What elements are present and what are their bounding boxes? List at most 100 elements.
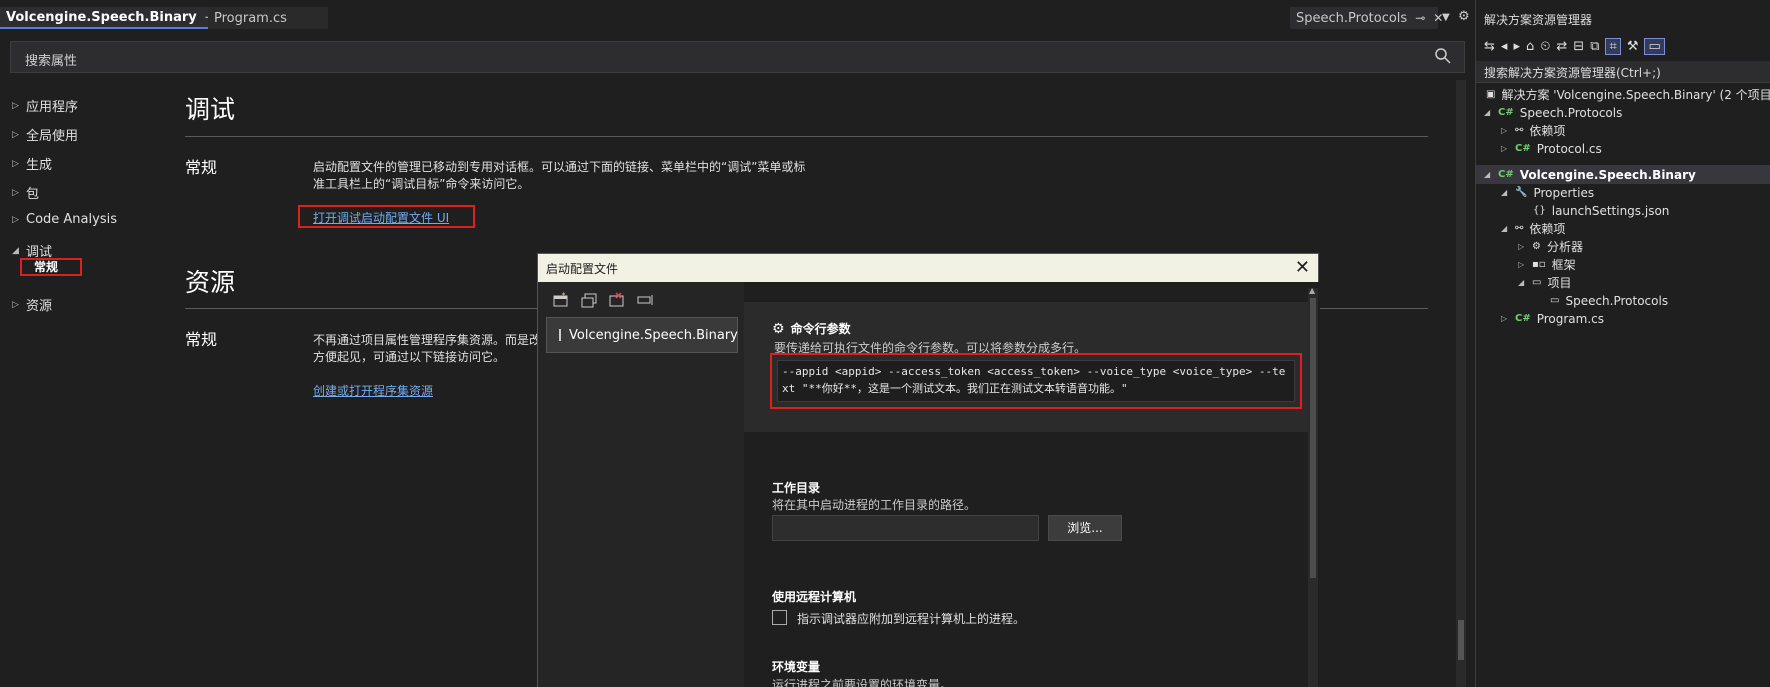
properties-icon: 🔧: [1515, 187, 1528, 198]
copy-profile-icon[interactable]: [580, 292, 598, 308]
history-icon[interactable]: ⏲: [1540, 39, 1550, 54]
tab-speech-protocols[interactable]: Speech.Protocols ⊸ ✕: [1290, 7, 1443, 29]
delete-profile-icon[interactable]: [608, 292, 626, 308]
new-profile-icon[interactable]: ✶: [552, 292, 570, 308]
tree-item-program-cs[interactable]: ▷ C# Program.cs: [1501, 309, 1604, 328]
remote-machine-title: 使用远程计算机: [772, 590, 857, 604]
environment-variables-description: 运行进程之前要设置的环境变量。: [772, 678, 953, 687]
tab-volcengine-speech-binary[interactable]: Volcengine.Speech.Binary ⊸ ✕: [0, 7, 233, 29]
create-open-assembly-resources-link[interactable]: 创建或打开程序集资源: [313, 382, 433, 399]
tree-item-frameworks[interactable]: ▷ ▪▫ 框架: [1518, 255, 1576, 274]
debug-description-line: 启动配置文件的管理已移动到专用对话框。可以通过下面的链接、菜单栏中的“调试”菜单…: [313, 160, 806, 174]
command-line-title-text: 命令行参数: [790, 322, 851, 336]
tree-label: 依赖项: [1529, 124, 1566, 138]
properties-wrench-icon[interactable]: ⚒: [1627, 39, 1639, 54]
expand-arrow-icon: ▷: [1501, 126, 1508, 135]
tab-program-cs[interactable]: Program.cs: [208, 7, 328, 29]
tab-label: Speech.Protocols: [1296, 10, 1408, 26]
nav-item-code-analysis[interactable]: ▷ Code Analysis: [12, 212, 117, 227]
nav-item-debug-general[interactable]: 常规: [20, 258, 82, 276]
dialog-scrollbar[interactable]: ▲: [1308, 286, 1318, 687]
csproj-icon: C#: [1498, 107, 1514, 118]
tree-item-projects[interactable]: ◢ ▭ 项目: [1518, 273, 1571, 292]
environment-variables-title: 环境变量: [772, 660, 821, 674]
expand-arrow-icon: ▷: [12, 214, 19, 225]
main-scrollbar[interactable]: [1456, 80, 1466, 687]
pin-icon[interactable]: ⊸: [1415, 11, 1425, 25]
nav-item-resources[interactable]: ▷ 资源: [12, 295, 52, 314]
tree-label: Volcengine.Speech.Binary: [1519, 167, 1696, 182]
csharp-file-icon: C#: [1515, 143, 1531, 154]
divider: [185, 136, 1428, 137]
collapse-all-icon[interactable]: ⊟: [1573, 39, 1584, 54]
expand-arrow-icon: ▷: [12, 187, 19, 198]
profile-item-volcengine-speech-binary[interactable]: Volcengine.Speech.Binary: [546, 317, 738, 353]
tree-label: Protocol.cs: [1536, 141, 1602, 156]
project-ref-item-icon: ▭: [1550, 295, 1560, 306]
expand-arrow-icon: ▷: [1518, 260, 1525, 269]
tab-list-dropdown-icon[interactable]: ▼: [1442, 12, 1450, 23]
forward-icon[interactable]: ▸: [1513, 39, 1520, 54]
tree-item-solution[interactable]: ▣ 解决方案 'Volcengine.Speech.Binary' (2 个项目: [1486, 85, 1770, 104]
scrollbar-thumb[interactable]: [1310, 298, 1316, 578]
framework-icon: ▪▫: [1532, 259, 1546, 270]
expand-arrow-icon: ▷: [12, 100, 19, 111]
tab-label: Volcengine.Speech.Binary: [6, 9, 197, 25]
scrollbar-thumb[interactable]: [1458, 620, 1464, 660]
open-debug-launch-profiles-link[interactable]: 打开调试启动配置文件 UI: [313, 209, 449, 226]
nav-item-global-usings[interactable]: ▷ 全局使用: [12, 125, 78, 144]
profile-toolbar: ✶: [552, 292, 654, 308]
nav-item-build[interactable]: ▷ 生成: [12, 154, 52, 173]
remote-machine-checkbox[interactable]: [772, 610, 787, 625]
home-icon[interactable]: ⌂: [1526, 39, 1534, 54]
tree-label: launchSettings.json: [1551, 203, 1670, 218]
command-line-arguments-input[interactable]: --appid <appid> --access_token <access_t…: [777, 360, 1295, 402]
switch-views-icon[interactable]: ⇆: [1484, 39, 1495, 54]
collapse-arrow-icon: ◢: [1501, 224, 1508, 233]
pending-changes-filter-icon[interactable]: ⌗: [1605, 37, 1621, 55]
solution-search-input[interactable]: 搜索解决方案资源管理器(Ctrl+;): [1476, 61, 1770, 83]
tree-item-speech-protocols-ref[interactable]: ▭ Speech.Protocols: [1550, 291, 1668, 310]
profile-list-panel: ✶ Volcengine.Speech.Binary: [538, 282, 744, 687]
tree-item-properties[interactable]: ◢ 🔧 Properties: [1501, 183, 1594, 202]
csharp-file-icon: C#: [1515, 313, 1531, 324]
show-all-files-icon[interactable]: ⧉: [1590, 39, 1599, 54]
scroll-up-arrow-icon[interactable]: ▲: [1309, 286, 1315, 295]
tree-item-dependencies[interactable]: ▷ ⚯ 依赖项: [1501, 121, 1565, 140]
tree-item-dependencies[interactable]: ◢ ⚯ 依赖项: [1501, 219, 1565, 238]
search-placeholder: 搜索属性: [25, 54, 78, 69]
collapse-arrow-icon: ◢: [12, 245, 19, 256]
tree-label: Speech.Protocols: [1519, 105, 1623, 120]
gear-icon[interactable]: ⚙: [1458, 9, 1470, 24]
resources-heading: 资源: [185, 268, 236, 297]
nav-label: 资源: [26, 299, 53, 314]
expand-arrow-icon: ▷: [12, 129, 19, 140]
tree-item-protocol-cs[interactable]: ▷ C# Protocol.cs: [1501, 139, 1602, 158]
highlight-box: --appid <appid> --access_token <access_t…: [770, 353, 1302, 409]
working-directory-description: 将在其中启动进程的工作目录的路径。: [772, 498, 977, 512]
back-icon[interactable]: ◂: [1501, 39, 1508, 54]
nav-label: 应用程序: [26, 100, 79, 115]
tree-item-analyzers[interactable]: ▷ ⚙ 分析器: [1518, 237, 1583, 256]
tree-label: 分析器: [1546, 240, 1583, 254]
tree-item-volcengine-speech-binary[interactable]: ◢ C# Volcengine.Speech.Binary: [1484, 165, 1696, 184]
preview-selected-icon[interactable]: ▭: [1644, 37, 1665, 55]
profile-settings-panel: ⚙ 命令行参数 要传递给可执行文件的命令行参数。可以将参数分成多行。 --app…: [744, 282, 1320, 687]
nav-item-package[interactable]: ▷ 包: [12, 183, 39, 202]
nav-item-application[interactable]: ▷ 应用程序: [12, 96, 78, 115]
rename-profile-icon[interactable]: [636, 292, 654, 308]
working-directory-input[interactable]: [772, 515, 1039, 541]
close-icon[interactable]: ✕: [1295, 257, 1310, 278]
tree-item-speech-protocols[interactable]: ◢ C# Speech.Protocols: [1484, 103, 1622, 122]
settings-gear-icon: ⚙: [772, 320, 785, 337]
collapse-arrow-icon: ◢: [1484, 170, 1491, 179]
search-icon: [1435, 48, 1451, 64]
dependencies-icon: ⚯: [1515, 125, 1524, 136]
debug-heading: 调试: [185, 95, 236, 124]
nav-label: 包: [26, 187, 40, 202]
tree-item-launchsettings-json[interactable]: {} launchSettings.json: [1533, 201, 1669, 220]
search-properties-input[interactable]: 搜索属性: [10, 41, 1465, 73]
browse-button[interactable]: 浏览...: [1048, 515, 1122, 541]
sync-icon[interactable]: ⇄: [1556, 39, 1567, 54]
dialog-title-bar: 启动配置文件 ✕: [538, 254, 1318, 282]
